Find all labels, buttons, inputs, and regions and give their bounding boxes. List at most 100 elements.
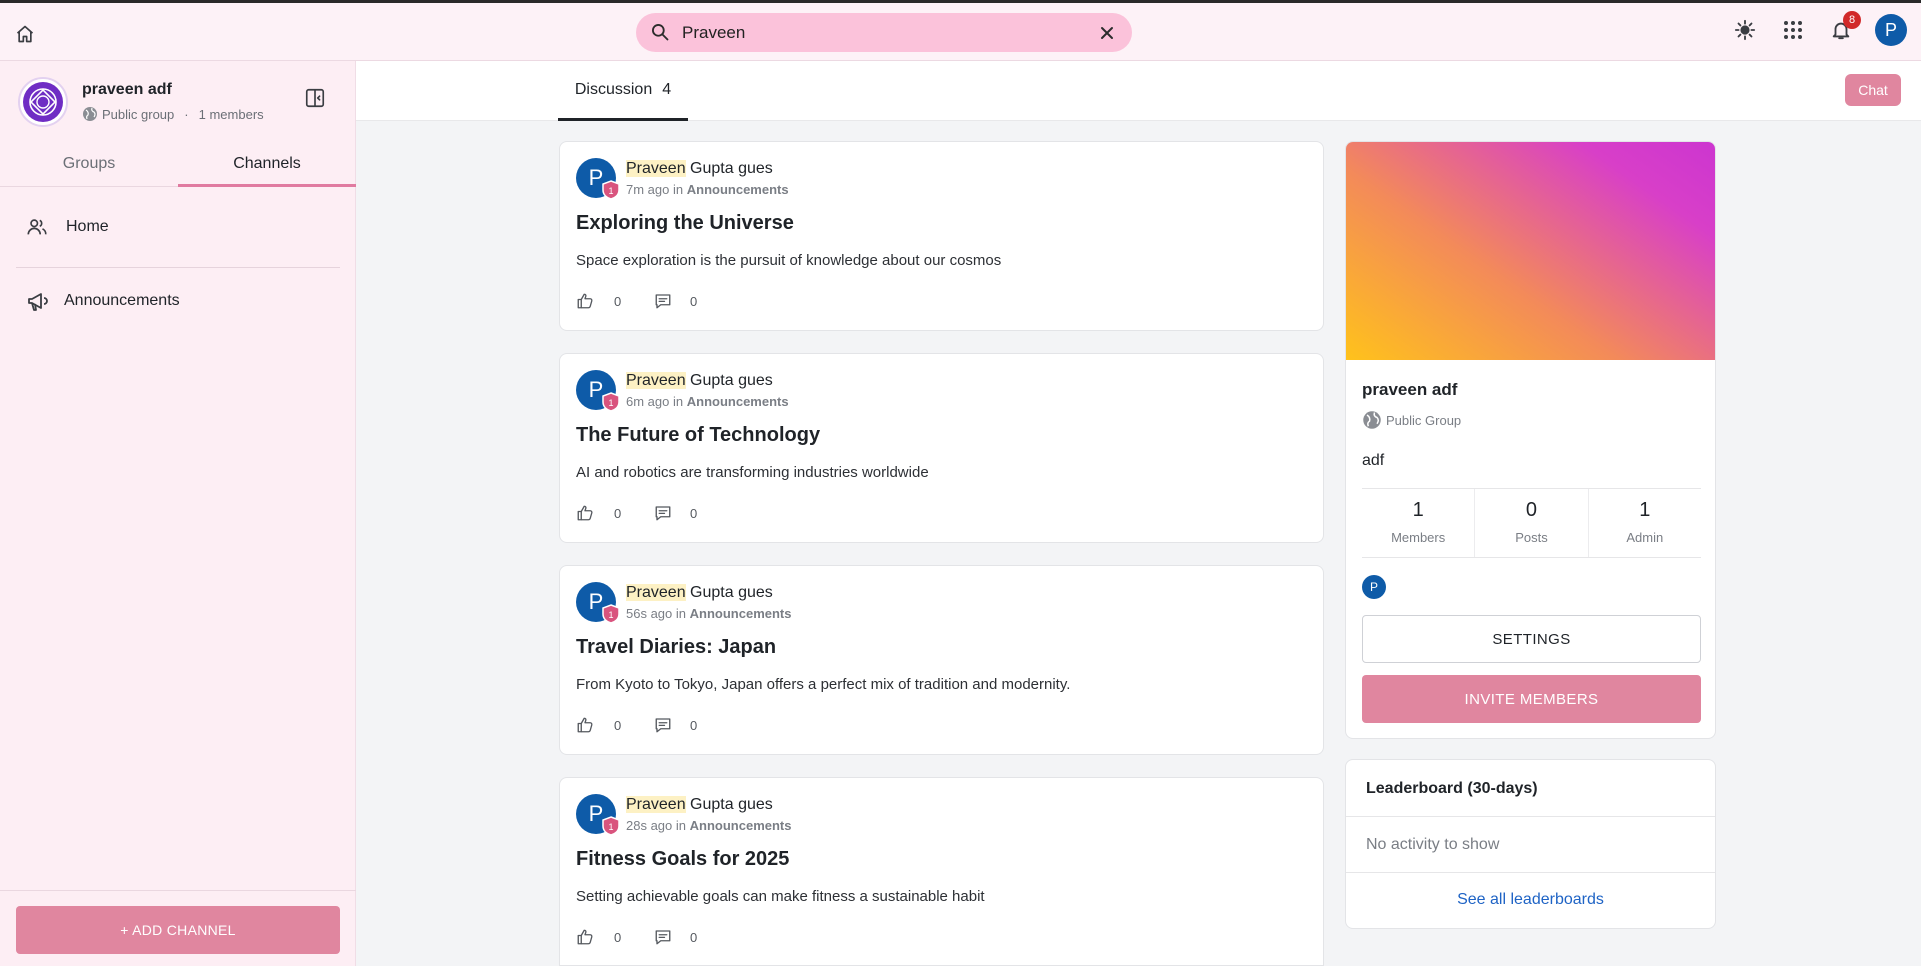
post-actions: 0 0 [576, 716, 730, 734]
post-in: in [675, 606, 687, 621]
comment-count: 0 [690, 293, 698, 309]
like-count: 0 [614, 717, 622, 733]
post-channel[interactable]: Announcements [687, 394, 789, 409]
thumbs-up-icon [577, 929, 593, 945]
user-avatar[interactable]: P [1875, 14, 1907, 46]
post-title[interactable]: Travel Diaries: Japan [576, 636, 776, 659]
post-meta: 6m ago in Announcements [626, 394, 789, 409]
post-card[interactable]: P 1 Praveen Gupta gues 28s ago in Announ… [559, 777, 1324, 966]
stat-label: Posts [1515, 530, 1548, 545]
comment-icon [655, 930, 671, 945]
see-all-leaderboards-link[interactable]: See all leaderboards [1346, 891, 1715, 909]
comment-button[interactable]: 0 [654, 716, 730, 734]
comment-button[interactable]: 0 [654, 928, 730, 946]
member-badge-icon: 1 [602, 604, 620, 624]
notifications-bell-icon[interactable]: 8 [1827, 11, 1861, 44]
sidebar-item-home[interactable]: Home [16, 203, 340, 251]
post-in: in [673, 394, 684, 409]
invite-members-button[interactable]: INVITE MEMBERS [1362, 675, 1701, 723]
thumbs-up-icon [577, 293, 593, 309]
divider [1346, 872, 1715, 873]
like-count: 0 [614, 293, 622, 309]
post-author[interactable]: Praveen Gupta gues [626, 372, 773, 390]
theme-toggle-sun-icon[interactable] [1731, 16, 1759, 44]
like-button[interactable]: 0 [576, 928, 654, 946]
post-title[interactable]: Fitness Goals for 2025 [576, 848, 789, 871]
comment-count: 0 [690, 505, 698, 521]
leaderboard-title: Leaderboard (30-days) [1366, 780, 1538, 797]
member-badge-icon: 1 [602, 816, 620, 836]
post-title[interactable]: Exploring the Universe [576, 212, 794, 235]
stat-admin[interactable]: 1 Admin [1589, 489, 1701, 557]
meta-separator: · [184, 106, 189, 122]
post-time: 7m ago [626, 182, 670, 197]
post-in: in [675, 818, 687, 833]
post-author[interactable]: Praveen Gupta gues [626, 160, 773, 178]
tab-discussion[interactable]: Discussion 4 [558, 61, 688, 121]
info-type-label: Public Group [1386, 412, 1462, 428]
post-channel[interactable]: Announcements [687, 182, 789, 197]
add-channel-button[interactable]: + ADD CHANNEL [16, 906, 340, 954]
stat-members[interactable]: 1 Members [1362, 489, 1476, 557]
home-icon[interactable] [12, 21, 38, 47]
clear-search-icon[interactable] [1096, 22, 1118, 44]
post-channel[interactable]: Announcements [690, 606, 792, 621]
member-badge-icon: 1 [602, 180, 620, 200]
member-avatar[interactable]: P [1362, 575, 1386, 599]
comment-count: 0 [690, 929, 698, 945]
author-rest: Gupta gues [690, 372, 773, 389]
post-card[interactable]: P 1 Praveen Gupta gues 7m ago in Announc… [559, 141, 1324, 331]
author-rest: Gupta gues [690, 160, 773, 177]
author-highlight: Praveen [626, 160, 686, 177]
stat-posts[interactable]: 0 Posts [1475, 489, 1589, 557]
post-card[interactable]: P 1 Praveen Gupta gues 56s ago in Announ… [559, 565, 1324, 755]
nav-divider [16, 267, 340, 268]
stat-number: 1 [1412, 499, 1424, 521]
like-button[interactable]: 0 [576, 716, 654, 734]
post-body: From Kyoto to Tokyo, Japan offers a perf… [576, 676, 1071, 693]
search-input[interactable] [682, 22, 1096, 43]
apps-grid-icon[interactable] [1779, 16, 1807, 44]
globe-icon [1363, 411, 1381, 429]
globe-icon [83, 107, 97, 121]
main-header: Discussion 4 Chat [356, 61, 1921, 121]
info-stats: 1 Members 0 Posts 1 Admin [1362, 488, 1701, 558]
post-card[interactable]: P 1 Praveen Gupta gues 6m ago in Announc… [559, 353, 1324, 543]
author-rest: Gupta gues [690, 796, 773, 813]
chat-button[interactable]: Chat [1845, 74, 1901, 106]
post-time: 56s ago [626, 606, 673, 621]
sidebar-item-announcements[interactable]: Announcements [16, 277, 340, 325]
comment-button[interactable]: 0 [654, 292, 730, 310]
post-actions: 0 0 [576, 928, 730, 946]
info-description: adf [1362, 452, 1385, 469]
comment-button[interactable]: 0 [654, 504, 730, 522]
author-highlight: Praveen [626, 372, 686, 389]
tab-channels[interactable]: Channels [178, 151, 356, 187]
top-bar: 8 P [0, 0, 1921, 61]
post-meta: 28s ago in Announcements [626, 818, 791, 833]
post-title[interactable]: The Future of Technology [576, 424, 820, 447]
stat-label: Admin [1626, 530, 1664, 545]
top-actions: 8 P [1731, 11, 1907, 46]
comment-count: 0 [690, 717, 698, 733]
author-rest: Gupta gues [690, 584, 773, 601]
post-time: 6m ago [626, 394, 670, 409]
settings-button[interactable]: SETTINGS [1362, 615, 1701, 663]
svg-text:1: 1 [608, 186, 613, 196]
author-highlight: Praveen [626, 584, 686, 601]
search-icon [650, 22, 672, 44]
search-bar[interactable] [636, 13, 1132, 52]
group-info-card: praveen adf Public Group adf 1 Members 0… [1345, 141, 1716, 739]
svg-text:1: 1 [608, 398, 613, 408]
post-author[interactable]: Praveen Gupta gues [626, 584, 773, 602]
tab-groups[interactable]: Groups [0, 151, 178, 186]
collapse-sidebar-icon[interactable] [304, 87, 328, 111]
group-banner [1346, 142, 1715, 360]
post-channel[interactable]: Announcements [690, 818, 792, 833]
thumbs-up-icon [577, 717, 593, 733]
post-author[interactable]: Praveen Gupta gues [626, 796, 773, 814]
stat-number: 1 [1639, 499, 1651, 521]
like-button[interactable]: 0 [576, 292, 654, 310]
post-meta: 56s ago in Announcements [626, 606, 791, 621]
like-button[interactable]: 0 [576, 504, 654, 522]
